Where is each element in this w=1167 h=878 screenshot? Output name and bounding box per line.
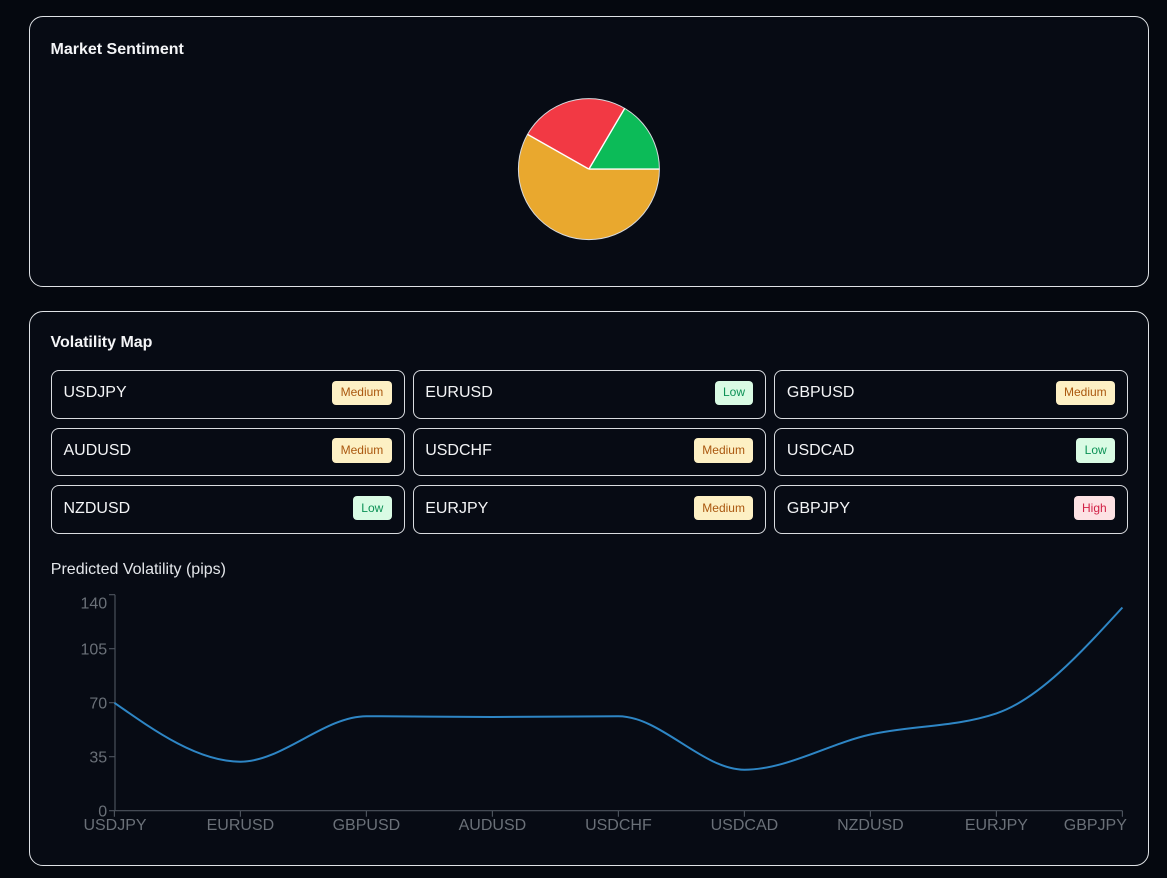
svg-text:140: 140 [80,595,107,612]
svg-text:NZDUSD: NZDUSD [837,817,904,834]
svg-text:70: 70 [89,696,107,713]
svg-text:USDJPY: USDJPY [83,817,146,834]
svg-text:AUDUSD: AUDUSD [459,817,527,834]
svg-text:USDCAD: USDCAD [711,817,779,834]
svg-text:105: 105 [80,642,107,659]
svg-text:GBPUSD: GBPUSD [333,817,401,834]
svg-text:GBPJPY: GBPJPY [1064,817,1127,834]
svg-text:35: 35 [89,750,107,767]
svg-text:EURUSD: EURUSD [207,817,275,834]
svg-text:EURJPY: EURJPY [965,817,1028,834]
svg-text:USDCHF: USDCHF [585,817,652,834]
